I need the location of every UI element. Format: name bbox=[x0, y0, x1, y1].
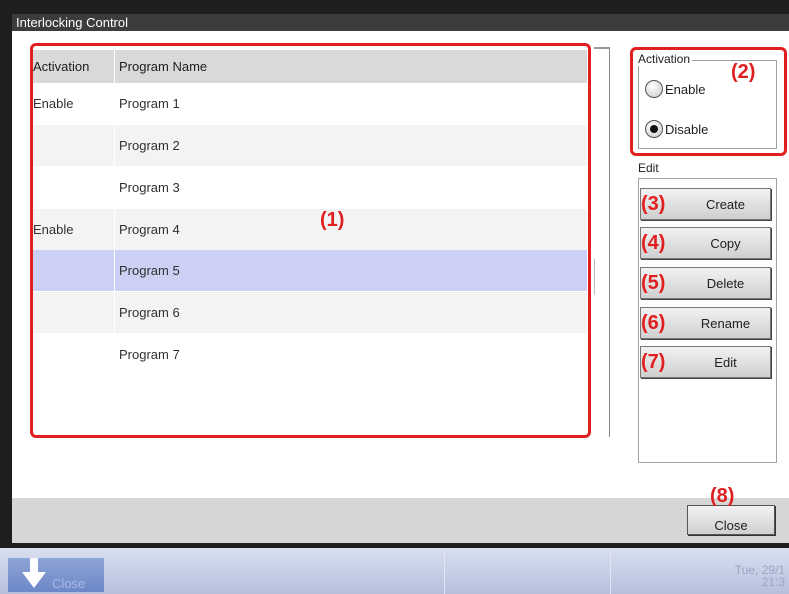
close-button-label: Close bbox=[714, 517, 748, 533]
scrollbar-top-edge bbox=[594, 47, 610, 49]
scrollbar-thumb-mark bbox=[594, 259, 595, 295]
delete-button-label: Delete bbox=[706, 275, 745, 291]
taskbar-start-label: Close bbox=[52, 576, 86, 591]
copy-button-label: Copy bbox=[710, 235, 741, 251]
rename-button-label: Rename bbox=[700, 315, 751, 331]
callout-label-6: (6) bbox=[641, 312, 666, 334]
close-button[interactable]: Close bbox=[687, 505, 775, 535]
taskbar-clock: Tue, 29/1 21:3 bbox=[735, 564, 785, 588]
callout-box-1 bbox=[30, 43, 591, 438]
callout-box-2 bbox=[630, 47, 787, 156]
down-arrow-head-icon bbox=[22, 572, 46, 588]
taskbar-time: 21:3 bbox=[761, 575, 785, 589]
callout-label-4: (4) bbox=[641, 232, 666, 254]
taskbar-separator bbox=[444, 552, 445, 594]
create-button-label: Create bbox=[705, 196, 746, 212]
taskbar-separator bbox=[610, 552, 611, 594]
edit-group-legend: Edit bbox=[636, 161, 661, 175]
callout-label-8: (8) bbox=[710, 485, 735, 507]
callout-label-1: (1) bbox=[320, 209, 345, 231]
taskbar-start-button[interactable]: Close bbox=[8, 558, 104, 592]
edit-button-label: Edit bbox=[714, 354, 737, 370]
list-scrollbar[interactable] bbox=[591, 47, 611, 437]
callout-label-2: (2) bbox=[731, 61, 756, 83]
callout-label-7: (7) bbox=[641, 351, 666, 373]
taskbar: Close Tue, 29/1 21:3 bbox=[0, 548, 789, 594]
window-title: Interlocking Control bbox=[12, 14, 789, 31]
dialog-footer bbox=[12, 498, 789, 543]
callout-label-5: (5) bbox=[641, 272, 666, 294]
scrollbar-track-line bbox=[609, 47, 610, 437]
callout-label-3: (3) bbox=[641, 193, 666, 215]
